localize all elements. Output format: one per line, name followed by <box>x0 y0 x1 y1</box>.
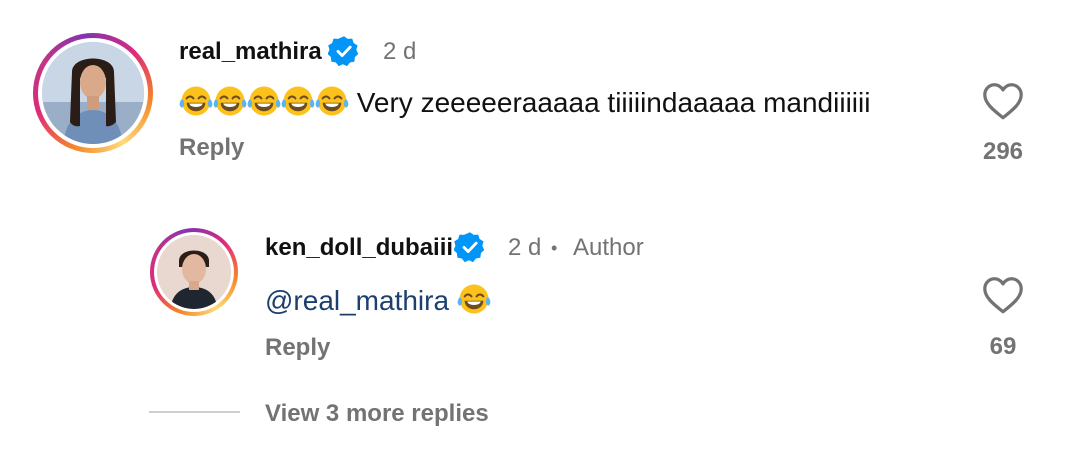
avatar <box>42 42 144 144</box>
avatar-ring[interactable] <box>150 228 238 316</box>
thread-divider <box>149 411 240 413</box>
face-with-tears-of-joy-emoji <box>315 84 349 118</box>
face-with-tears-of-joy-emoji <box>179 84 213 118</box>
view-more-replies-button[interactable]: View 3 more replies <box>265 400 489 428</box>
reply-username[interactable]: ken_doll_dubaiii <box>265 234 453 262</box>
avatar-ring[interactable] <box>33 33 153 153</box>
avatar <box>157 235 231 309</box>
face-with-tears-of-joy-emoji <box>457 282 491 316</box>
comment-text: Very zeeeeeraaaaa tiiiiindaaaaa mandiiii… <box>179 84 870 119</box>
reply-button[interactable]: Reply <box>265 334 330 362</box>
verified-badge-icon <box>454 231 486 263</box>
mention-link[interactable]: @real_mathira <box>265 285 449 316</box>
heart-outline-icon[interactable] <box>980 272 1026 318</box>
reply-button[interactable]: Reply <box>179 134 244 162</box>
verified-badge-icon <box>328 35 360 67</box>
like-count: 296 <box>982 138 1024 165</box>
face-with-tears-of-joy-emoji <box>281 84 315 118</box>
face-with-tears-of-joy-emoji <box>247 84 281 118</box>
reply-text: @real_mathira <box>265 282 491 317</box>
author-badge: Author <box>573 234 644 261</box>
reply-timestamp: 2 d <box>508 234 542 261</box>
heart-outline-icon[interactable] <box>980 78 1026 124</box>
face-with-tears-of-joy-emoji <box>213 84 247 118</box>
comment-body: Very zeeeeeraaaaa tiiiiindaaaaa mandiiii… <box>356 87 871 118</box>
like-count: 69 <box>989 333 1017 360</box>
comment-timestamp: 2 d <box>383 38 417 65</box>
comment-username[interactable]: real_mathira <box>179 38 322 66</box>
meta-separator: • <box>551 238 558 258</box>
